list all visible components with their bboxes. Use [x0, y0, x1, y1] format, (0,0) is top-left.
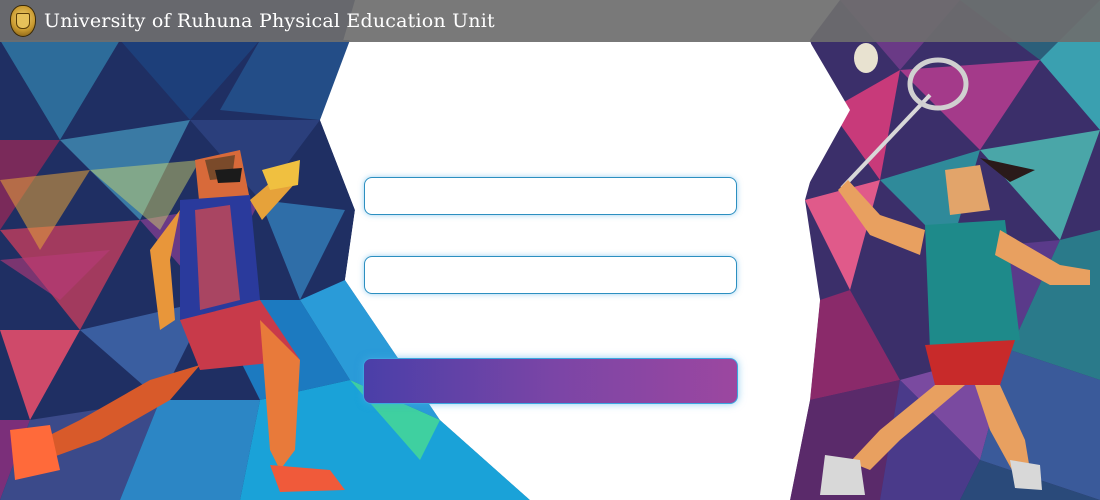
shuttlecock [854, 43, 878, 73]
crest-shield [16, 13, 30, 29]
username-field[interactable] [364, 177, 737, 215]
background-artwork [0, 0, 1100, 500]
university-crest-icon [10, 5, 36, 37]
login-page: University of Ruhuna Physical Education … [0, 0, 1100, 500]
password-field[interactable] [364, 256, 737, 294]
header-bar: University of Ruhuna Physical Education … [0, 0, 1100, 42]
site-title: University of Ruhuna Physical Education … [44, 10, 495, 32]
login-button[interactable] [363, 358, 738, 404]
